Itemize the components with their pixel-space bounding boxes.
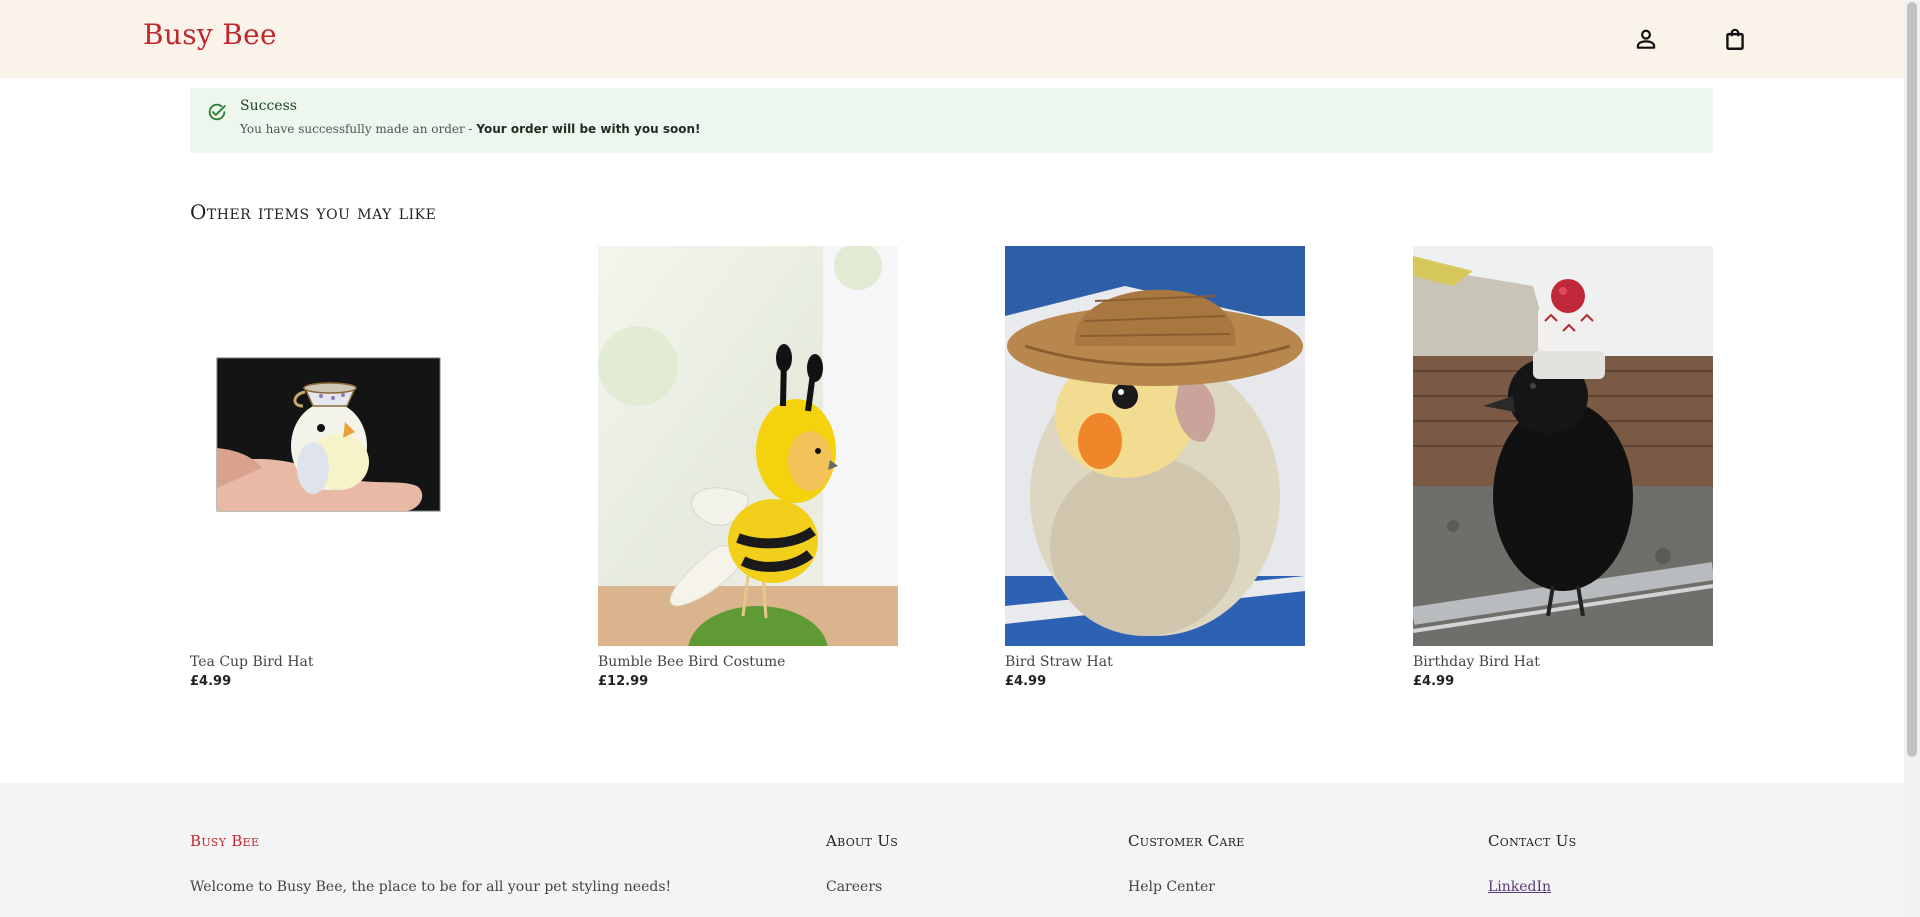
product-name[interactable]: Bird Straw Hat — [1005, 654, 1113, 670]
footer-brand: Busy Bee — [190, 832, 260, 850]
alert-message: You have successfully made an order - Yo… — [240, 122, 700, 136]
footer-linkedin-link[interactable]: LinkedIn — [1488, 879, 1551, 895]
footer-tagline: Welcome to Busy Bee, the place to be for… — [190, 879, 672, 895]
product-card[interactable]: Tea Cup Bird Hat £4.99 — [190, 246, 490, 696]
product-image-bumblebee[interactable] — [598, 246, 898, 646]
footer-careers-link[interactable]: Careers — [826, 879, 882, 895]
footer-about-heading: About Us — [826, 832, 899, 850]
site-header: Busy Bee — [0, 0, 1904, 78]
footer-help-center-link[interactable]: Help Center — [1128, 879, 1215, 895]
product-name[interactable]: Bumble Bee Bird Costume — [598, 654, 785, 670]
product-image-teacup[interactable] — [190, 246, 490, 646]
alert-title: Success — [240, 98, 297, 114]
site-footer: Busy Bee Welcome to Busy Bee, the place … — [0, 783, 1904, 917]
alert-message-text: You have successfully made an order - — [240, 122, 477, 136]
product-price: £4.99 — [190, 674, 232, 689]
product-price: £12.99 — [598, 674, 649, 689]
product-image-birthday[interactable] — [1413, 246, 1713, 646]
product-card[interactable]: Bumble Bee Bird Costume £12.99 — [598, 246, 898, 696]
product-card[interactable]: Birthday Bird Hat £4.99 — [1413, 246, 1713, 696]
site-logo[interactable]: Busy Bee — [143, 18, 277, 51]
scrollbar-thumb[interactable] — [1907, 2, 1917, 757]
check-circle-icon — [206, 101, 228, 123]
success-alert: Success You have successfully made an or… — [190, 88, 1713, 153]
footer-contact-heading: Contact Us — [1488, 832, 1577, 850]
shopping-bag-icon[interactable] — [1722, 26, 1748, 52]
product-name[interactable]: Tea Cup Bird Hat — [190, 654, 314, 670]
product-card[interactable]: Bird Straw Hat £4.99 — [1005, 246, 1305, 696]
product-price: £4.99 — [1005, 674, 1047, 689]
product-image-strawhat[interactable] — [1005, 246, 1305, 646]
section-title: Other items you may like — [190, 200, 437, 224]
account-icon[interactable] — [1633, 26, 1659, 52]
alert-message-strong: Your order will be with you soon! — [476, 122, 701, 136]
product-price: £4.99 — [1413, 674, 1455, 689]
footer-care-heading: Customer Care — [1128, 832, 1245, 850]
product-name[interactable]: Birthday Bird Hat — [1413, 654, 1540, 670]
